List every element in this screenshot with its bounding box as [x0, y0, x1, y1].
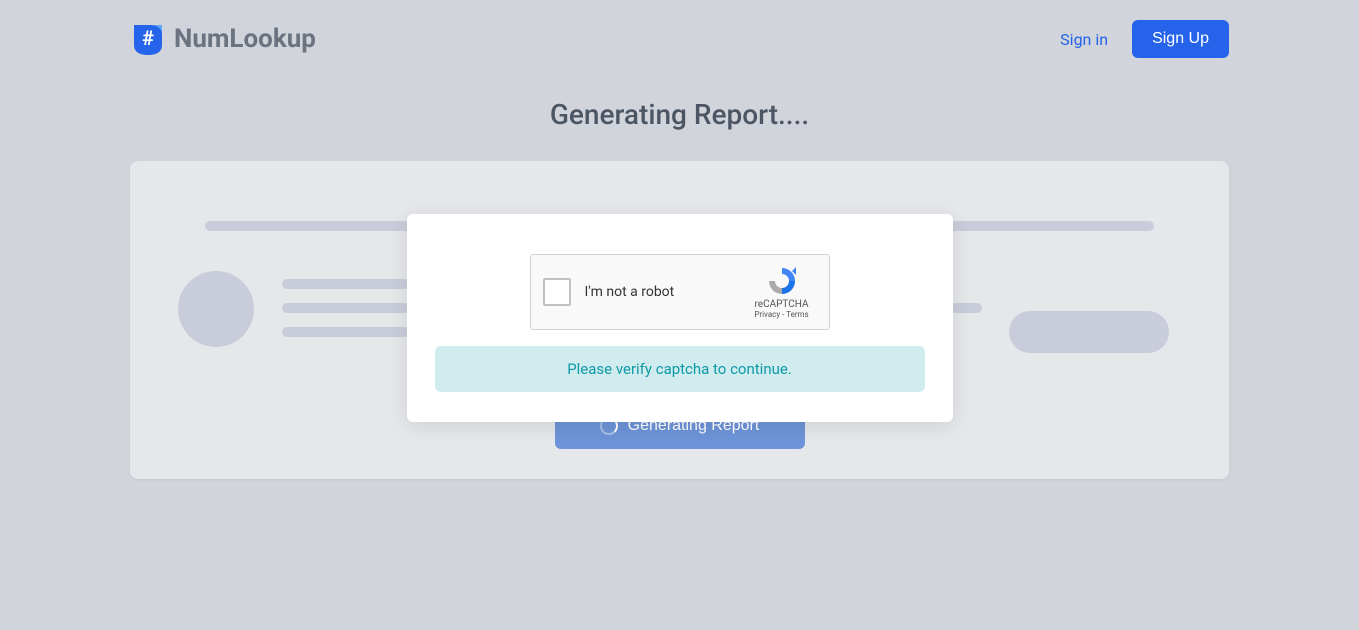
brand-name: NumLookup: [174, 24, 316, 54]
recaptcha-branding: reCAPTCHA Privacy - Terms: [747, 265, 817, 319]
sign-up-button[interactable]: Sign Up: [1132, 20, 1229, 58]
nav-buttons: Sign in Sign Up: [1060, 20, 1229, 58]
recaptcha-logo-icon: [766, 265, 798, 297]
header: # NumLookup Sign in Sign Up: [0, 0, 1359, 78]
recaptcha-label: I'm not a robot: [585, 284, 747, 300]
recaptcha-checkbox[interactable]: [543, 278, 571, 306]
recaptcha-brand-text: reCAPTCHA: [747, 299, 817, 310]
logo[interactable]: # NumLookup: [130, 21, 316, 57]
recaptcha-links: Privacy - Terms: [747, 310, 817, 319]
recaptcha-privacy-link[interactable]: Privacy: [754, 310, 780, 319]
avatar-placeholder: [178, 271, 254, 347]
recaptcha-terms-link[interactable]: Terms: [786, 310, 808, 319]
page-title: Generating Report....: [0, 98, 1359, 131]
sign-in-link[interactable]: Sign in: [1060, 30, 1108, 49]
captcha-modal: I'm not a robot reCAPTCHA Privacy - Term…: [407, 214, 953, 422]
svg-text:#: #: [142, 26, 154, 50]
logo-icon: #: [130, 21, 166, 57]
placeholder-pill: [1009, 311, 1169, 353]
recaptcha-widget: I'm not a robot reCAPTCHA Privacy - Term…: [530, 254, 830, 330]
captcha-alert: Please verify captcha to continue.: [435, 346, 925, 392]
